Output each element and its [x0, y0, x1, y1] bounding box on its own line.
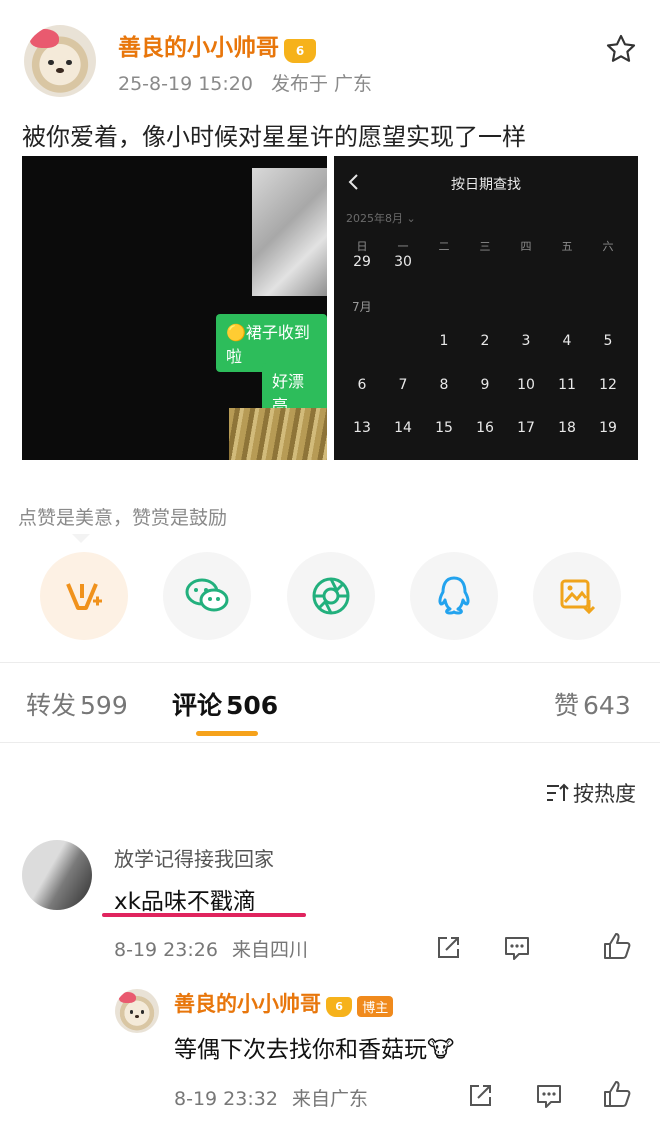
comment-location: 来自四川 [231, 939, 308, 961]
author-line: 善良的小小帅哥 6 [118, 28, 317, 63]
favorite-star-icon[interactable] [604, 32, 638, 66]
reward-v-plus-button[interactable] [40, 552, 128, 640]
qq-icon [438, 576, 470, 615]
author-avatar[interactable] [24, 25, 96, 97]
repost-icon[interactable] [434, 934, 462, 966]
divider-tabs [0, 742, 660, 743]
post-location: 发布于 广东 [271, 73, 373, 95]
comment-time: 8-19 23:26 [114, 939, 218, 961]
reply-like-thumb-icon[interactable] [602, 1079, 632, 1113]
save-image-icon [560, 579, 596, 615]
share-qq-button[interactable] [410, 552, 498, 640]
tab-active-indicator [196, 731, 258, 736]
share-moments-button[interactable] [287, 552, 375, 640]
reply-author-avatar[interactable] [115, 989, 159, 1033]
tab-comments[interactable]: 评论 506 [172, 686, 278, 722]
calendar-month-selector: 2025年8月 ⌄ [346, 212, 416, 225]
crown-badge-icon: 6 [284, 38, 317, 63]
reply-location: 来自广东 [291, 1088, 368, 1110]
reply-comment-icon[interactable] [503, 934, 531, 966]
reply-repost-icon[interactable] [466, 1082, 494, 1114]
reply-author-line: 善良的小小帅哥 6 博主 [174, 988, 394, 1018]
calendar-month-label: 7月 [352, 300, 372, 314]
sort-icon [547, 783, 569, 801]
reply-time: 8-19 23:32 [174, 1088, 278, 1110]
like-thumb-icon[interactable] [602, 931, 632, 965]
v-plus-icon [66, 583, 102, 610]
divider-top [0, 662, 660, 663]
post-timestamp: 25-8-19 15:20 [118, 73, 253, 95]
author-name[interactable]: 善良的小小帅哥 [118, 35, 279, 61]
sort-by-heat-button[interactable]: 按热度 [545, 778, 636, 808]
chat-photo-top [252, 168, 327, 296]
tip-arrow [72, 534, 90, 543]
crown-badge-icon: 6 [326, 996, 353, 1017]
moments-icon [312, 577, 350, 615]
reply-author-name[interactable]: 善良的小小帅哥 [174, 992, 321, 1016]
share-wechat-button[interactable] [163, 552, 251, 640]
post-text: 被你爱着，像小时候对星星许的愿望实现了一样 [22, 123, 526, 151]
post-image-chat[interactable]: 🟡裙子收到啦 好漂亮 [22, 156, 327, 460]
save-image-button[interactable] [533, 552, 621, 640]
highlight-underline [102, 913, 306, 917]
tab-likes[interactable]: 赞 643 [554, 686, 631, 722]
post-image-calendar[interactable]: 按日期查找 2025年8月 ⌄ 日 一 二 三 四 五 六 29 30 7月 1… [334, 156, 638, 460]
commenter-avatar[interactable] [22, 840, 92, 910]
reply-meta: 8-19 23:32 来自广东 [174, 1084, 368, 1111]
post-meta: 25-8-19 15:20 发布于 广东 [118, 69, 372, 96]
reply-text: 等偶下次去找你和香菇玩🐮 [174, 1037, 455, 1063]
commenter-name[interactable]: 放学记得接我回家 [114, 843, 274, 872]
tab-repost[interactable]: 转发 599 [26, 686, 128, 722]
comment-text: xk品味不戳滴 [114, 889, 256, 915]
reply-comment-icon[interactable] [535, 1082, 563, 1114]
reward-tip: 点赞是美意，赞赏是鼓励 [18, 507, 228, 529]
host-badge: 博主 [357, 996, 394, 1017]
chat-photo-bottom [229, 408, 327, 460]
wechat-icon [185, 578, 229, 612]
comment-meta: 8-19 23:26 来自四川 [114, 935, 308, 962]
calendar-title: 按日期查找 [451, 177, 521, 193]
